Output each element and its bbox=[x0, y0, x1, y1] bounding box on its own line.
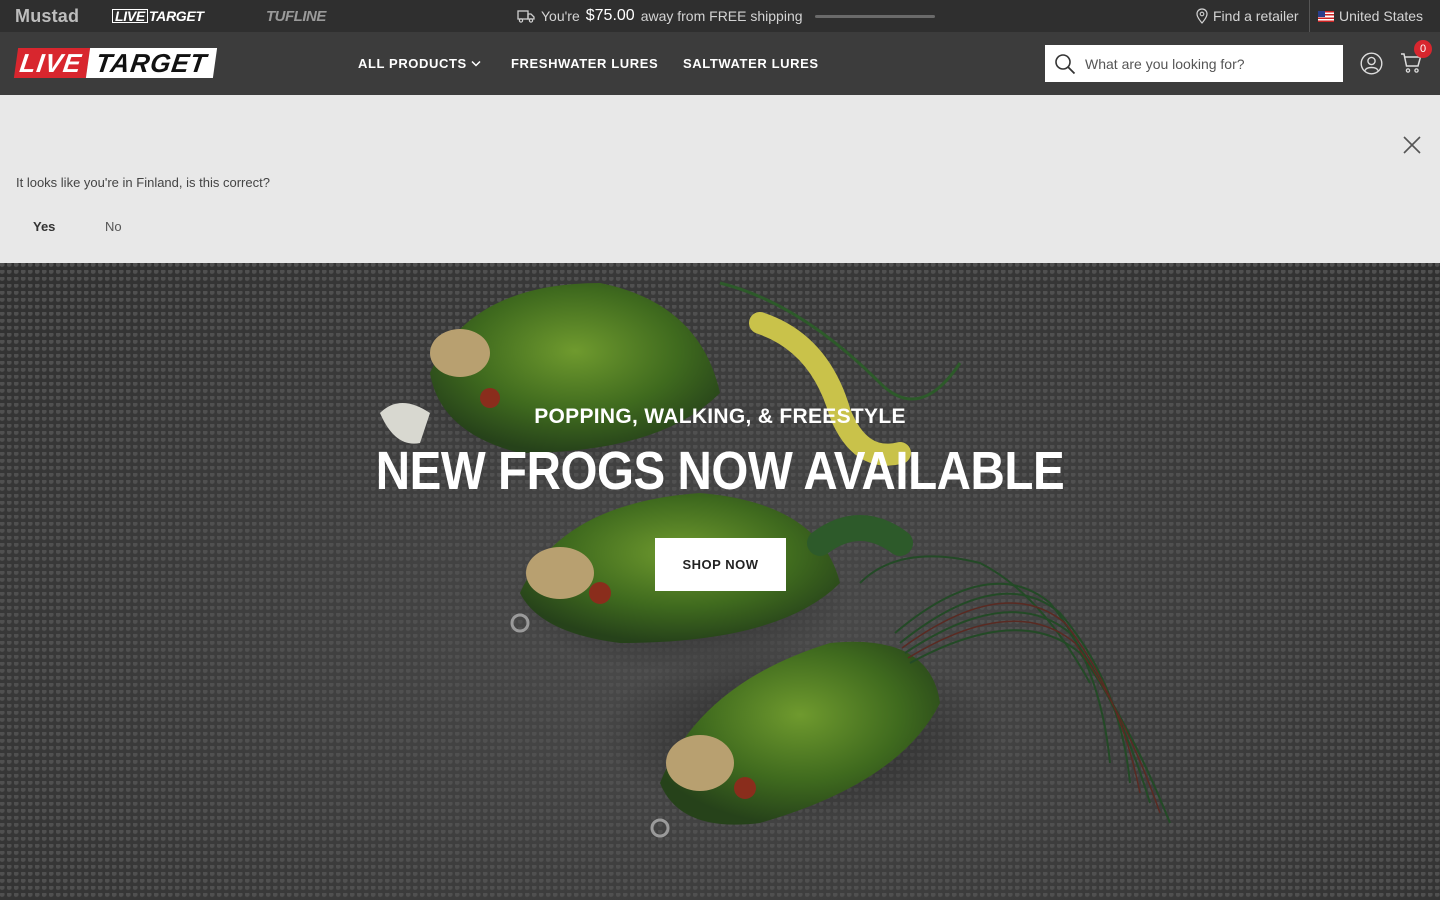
utility-bar: Mustad LIVE TARGET TUFLINE You're $75.00 … bbox=[0, 0, 1440, 32]
shipping-prefix: You're bbox=[541, 8, 580, 24]
nav-all-products-label: ALL PRODUCTS bbox=[358, 56, 467, 71]
nav-freshwater-lures[interactable]: FRESHWATER LURES bbox=[511, 32, 658, 95]
chevron-down-icon bbox=[471, 60, 481, 67]
brand-live-text: LIVE bbox=[112, 9, 148, 23]
shop-now-button[interactable]: SHOP NOW bbox=[655, 538, 786, 591]
free-shipping-notice: You're $75.00 away from FREE shipping bbox=[517, 0, 935, 32]
logo-live: LIVE bbox=[13, 48, 90, 78]
us-flag-icon bbox=[1318, 10, 1334, 22]
hero-banner: POPPING, WALKING, & FREESTYLE NEW FROGS … bbox=[0, 263, 1440, 900]
livetarget-logo[interactable]: LIVE TARGET bbox=[13, 48, 294, 78]
utility-divider bbox=[1309, 0, 1310, 32]
cart-count-badge: 0 bbox=[1414, 40, 1432, 58]
geo-yes-button[interactable]: Yes bbox=[33, 219, 55, 234]
find-retailer-label: Find a retailer bbox=[1213, 8, 1299, 24]
shipping-progress-bar bbox=[814, 14, 935, 18]
close-icon[interactable] bbox=[1402, 135, 1422, 155]
account-icon[interactable] bbox=[1360, 52, 1383, 75]
hero-subtitle: POPPING, WALKING, & FREESTYLE bbox=[534, 405, 906, 428]
brand-target-text: TARGET bbox=[148, 8, 204, 24]
search-input[interactable] bbox=[1085, 55, 1325, 72]
geo-location-banner: It looks like you're in Finland, is this… bbox=[0, 95, 1440, 263]
brand-link-livetarget[interactable]: LIVE TARGET bbox=[112, 0, 204, 32]
brand-link-mustad[interactable]: Mustad bbox=[15, 0, 79, 32]
main-header: LIVE TARGET ALL PRODUCTS FRESHWATER LURE… bbox=[0, 32, 1440, 95]
geo-no-button[interactable]: No bbox=[105, 219, 122, 234]
find-retailer-link[interactable]: Find a retailer bbox=[1196, 0, 1299, 32]
shipping-amount: $75.00 bbox=[585, 7, 635, 24]
geo-message: It looks like you're in Finland, is this… bbox=[16, 175, 270, 190]
hero-title: NEW FROGS NOW AVAILABLE bbox=[375, 441, 1065, 501]
nav-saltwater-lures[interactable]: SALTWATER LURES bbox=[683, 32, 819, 95]
brand-link-tufline[interactable]: TUFLINE bbox=[266, 0, 326, 32]
location-pin-icon bbox=[1196, 8, 1208, 24]
country-selector[interactable]: United States bbox=[1318, 0, 1423, 32]
shipping-suffix: away from FREE shipping bbox=[640, 8, 803, 24]
search-icon[interactable] bbox=[1054, 53, 1076, 75]
truck-icon bbox=[517, 9, 535, 23]
country-label: United States bbox=[1339, 8, 1424, 24]
logo-target: TARGET bbox=[85, 48, 217, 78]
search-box bbox=[1045, 45, 1343, 82]
nav-all-products[interactable]: ALL PRODUCTS bbox=[358, 32, 481, 95]
